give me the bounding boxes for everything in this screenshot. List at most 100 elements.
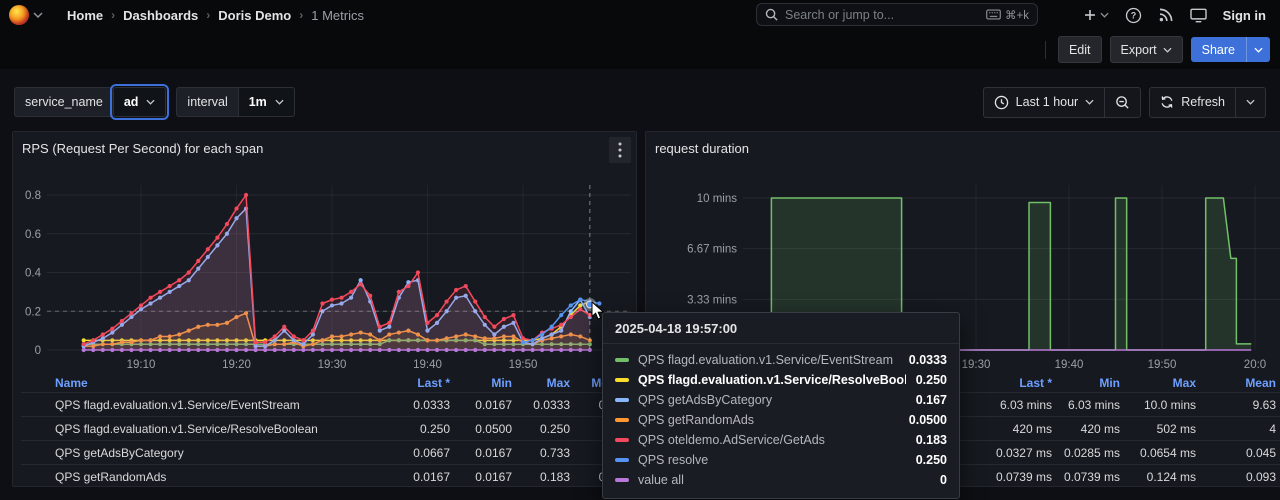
svg-text:20:0: 20:0: [1244, 359, 1266, 371]
kiosk-mode-button[interactable]: [1190, 8, 1207, 23]
series-mean: 0.093: [1206, 470, 1280, 484]
panel-rps-title[interactable]: RPS (Request Per Second) for each span: [22, 141, 263, 156]
chevron-down-icon: [1246, 99, 1255, 105]
tooltip-row: QPS flagd.evaluation.v1.Service/ResolveB…: [603, 370, 959, 390]
svg-text:6.67 mins: 6.67 mins: [687, 244, 737, 256]
series-min: 420 ms: [1062, 422, 1130, 436]
svg-text:0: 0: [35, 345, 41, 357]
series-name[interactable]: QPS getAdsByCategory: [55, 446, 372, 460]
search-shortcut: ⌘+k: [986, 8, 1029, 22]
nav-right-cluster: ? Sign in: [1083, 0, 1280, 30]
tooltip-row: QPS flagd.evaluation.v1.Service/EventStr…: [603, 350, 959, 370]
toolbar-separator: [1045, 41, 1046, 59]
share-button[interactable]: Share: [1191, 37, 1246, 62]
series-last: 0.0333: [372, 398, 460, 412]
clock-icon: [994, 95, 1009, 110]
svg-text:3.33 mins: 3.33 mins: [687, 294, 737, 306]
series-max: 10.0 mins: [1130, 398, 1206, 412]
legend-row: QPS flagd.evaluation.v1.Service/EventStr…: [21, 392, 632, 416]
tooltip-row: QPS oteldemo.AdService/GetAds0.183: [603, 430, 959, 450]
series-max: 0.0333: [522, 398, 580, 412]
sign-in-link[interactable]: Sign in: [1223, 8, 1266, 23]
refresh-button[interactable]: Refresh: [1150, 88, 1235, 117]
tooltip-row: QPS resolve0.250: [603, 450, 959, 470]
zoom-out-button[interactable]: [1105, 88, 1140, 117]
panel-duration-title[interactable]: request duration: [655, 141, 749, 156]
share-menu-chevron[interactable]: [1246, 37, 1270, 62]
series-last: 0.250: [372, 422, 460, 436]
refresh-interval-chevron[interactable]: [1236, 88, 1265, 117]
svg-text:19:40: 19:40: [1055, 359, 1084, 371]
rss-icon: [1158, 7, 1174, 23]
org-switcher-chevron-icon[interactable]: [33, 12, 43, 18]
series-color-swatch: [615, 458, 629, 462]
series-min: 0.0500: [460, 422, 522, 436]
grafana-logo[interactable]: [9, 5, 29, 25]
series-last: 0.0327 ms: [958, 446, 1062, 460]
tooltip-rows: QPS flagd.evaluation.v1.Service/EventStr…: [603, 344, 959, 498]
time-range-widget: Last 1 hour: [983, 87, 1142, 118]
series-name[interactable]: QPS flagd.evaluation.v1.Service/EventStr…: [55, 398, 372, 412]
legend-row: QPS flagd.evaluation.v1.Service/ResolveB…: [21, 416, 632, 440]
series-min: 0.0167: [460, 446, 522, 460]
chevron-down-icon: [1254, 47, 1263, 53]
svg-text:19:50: 19:50: [1148, 359, 1177, 371]
breadcrumb-home[interactable]: Home: [67, 8, 103, 23]
svg-text:0.4: 0.4: [25, 268, 42, 280]
series-mean: 4: [1206, 422, 1280, 436]
time-range-picker[interactable]: Last 1 hour: [984, 88, 1105, 117]
chevron-down-icon: [1163, 47, 1172, 53]
series-last: 0.0167: [372, 470, 460, 484]
breadcrumb-separator: ›: [206, 8, 210, 22]
breadcrumb-dashboards[interactable]: Dashboards: [123, 8, 198, 23]
chart-tooltip: 2025-04-18 19:57:00 QPS flagd.evaluation…: [602, 312, 960, 499]
rps-chart-canvas[interactable]: 00.20.40.60.819:1019:2019:3019:4019:50: [13, 132, 636, 372]
panel-rps: RPS (Request Per Second) for each span 0…: [12, 131, 637, 487]
series-mean: 9.63: [1206, 398, 1280, 412]
kebab-menu-icon: [618, 142, 622, 158]
series-color-swatch: [615, 398, 629, 402]
series-name[interactable]: QPS flagd.evaluation.v1.Service/ResolveB…: [55, 422, 372, 436]
series-min: 0.0167: [460, 398, 522, 412]
add-menu-button[interactable]: [1083, 8, 1109, 22]
tooltip-row: QPS getRandomAds0.0500: [603, 410, 959, 430]
zoom-out-icon: [1115, 95, 1130, 110]
top-nav-bar: Home › Dashboards › Doris Demo › 1 Metri…: [0, 0, 1280, 30]
series-last: 0.0667: [372, 446, 460, 460]
question-circle-icon: ?: [1125, 7, 1142, 24]
series-last: 0.0739 ms: [958, 470, 1062, 484]
edit-button[interactable]: Edit: [1058, 36, 1102, 63]
series-color-swatch: [615, 378, 629, 382]
export-button[interactable]: Export: [1110, 36, 1183, 63]
series-max: 0.124 ms: [1130, 470, 1206, 484]
svg-text:0.6: 0.6: [25, 229, 41, 241]
series-color-swatch: [615, 438, 629, 442]
svg-text:19:20: 19:20: [222, 359, 251, 371]
breadcrumb-separator: ›: [111, 8, 115, 22]
series-name[interactable]: QPS getRandomAds: [55, 470, 372, 484]
help-button[interactable]: ?: [1125, 7, 1142, 24]
service-name-select[interactable]: ad: [113, 87, 167, 117]
interval-select[interactable]: 1m: [238, 87, 295, 117]
svg-text:19:10: 19:10: [127, 359, 156, 371]
series-min: 0.0739 ms: [1062, 470, 1130, 484]
svg-text:?: ?: [1130, 10, 1135, 20]
series-max: 0.250: [522, 422, 580, 436]
svg-text:19:50: 19:50: [509, 359, 538, 371]
tooltip-row: QPS getAdsByCategory0.167: [603, 390, 959, 410]
svg-text:19:30: 19:30: [962, 359, 991, 371]
panel-menu-button[interactable]: [609, 137, 631, 163]
search-input[interactable]: Search or jump to... ⌘+k: [756, 3, 1038, 26]
svg-text:10 mins: 10 mins: [697, 193, 738, 205]
series-last: 420 ms: [958, 422, 1062, 436]
breadcrumb-dashboard-name[interactable]: Doris Demo: [218, 8, 291, 23]
rps-legend-table: NameLast *MinMaxMeanQPS flagd.evaluation…: [21, 374, 632, 488]
chevron-down-icon: [1085, 99, 1094, 105]
series-color-swatch: [615, 358, 629, 362]
breadcrumb-current-page: 1 Metrics: [311, 8, 364, 23]
search-placeholder: Search or jump to...: [785, 8, 986, 22]
series-max: 502 ms: [1130, 422, 1206, 436]
variable-interval: interval 1m: [176, 87, 294, 117]
svg-text:19:40: 19:40: [413, 359, 442, 371]
news-button[interactable]: [1158, 7, 1174, 23]
